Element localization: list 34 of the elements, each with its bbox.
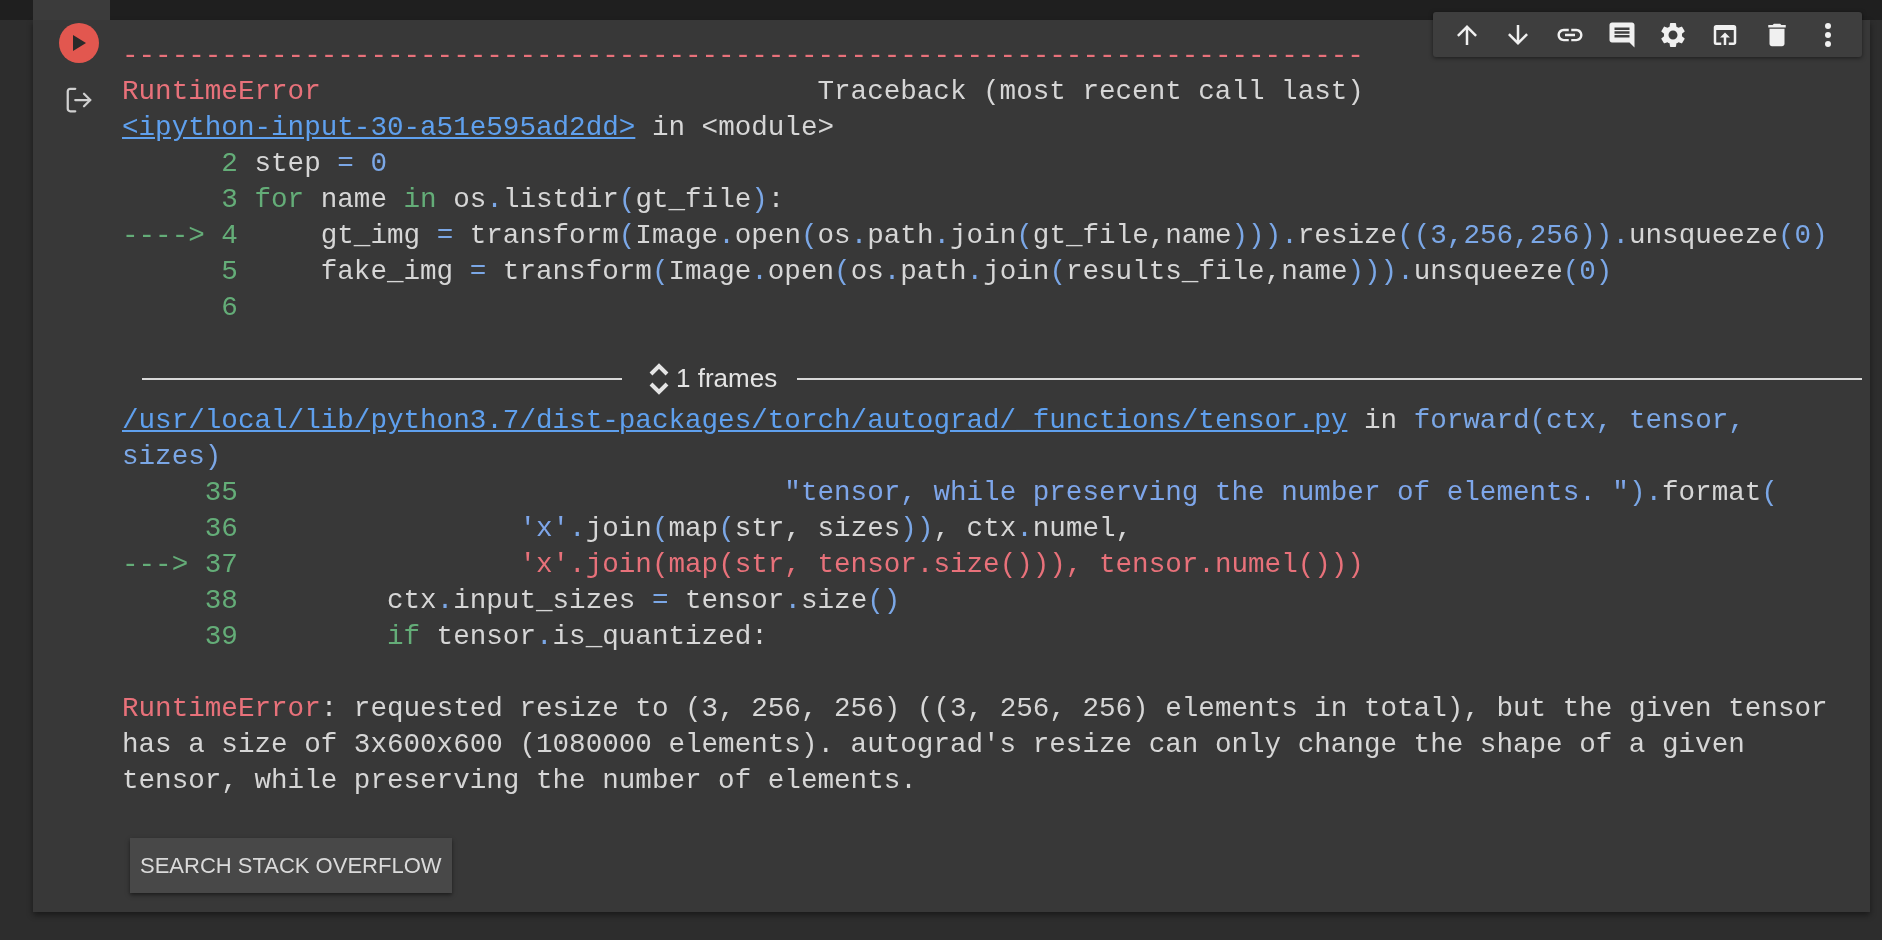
error-message: RuntimeError: requested resize to (3, 256, 256) ((3, 256, 256) elements in total), but the given tensor has a size of 3x600x600 (1080000 elements). autograd's resize can only change the shape of a given tensor, while preserving the number of elements. bbox=[122, 692, 1829, 798]
code-line: for name in os.listdir(gt_file): bbox=[254, 183, 785, 217]
line-number: 3 bbox=[221, 183, 238, 217]
frame-header: <ipython-input-30-a51e595ad2dd> in <module> bbox=[122, 111, 836, 145]
line-number: 38 bbox=[204, 584, 238, 618]
line-number: 35 bbox=[204, 476, 238, 510]
search-stack-overflow-button[interactable]: SEARCH STACK OVERFLOW bbox=[130, 838, 452, 893]
frame-header: /usr/local/lib/python3.7/dist-packages/torch/autograd/_functions/tensor.py in forward(ctx, tensor, sizes) bbox=[122, 404, 1746, 474]
line-number: 37 bbox=[204, 548, 238, 582]
more-icon bbox=[1825, 22, 1832, 47]
line-number: 2 bbox=[221, 147, 238, 181]
code-line: fake_img = transform(Image.open(os.path.join(results_file,name))).unsqueeze(0) bbox=[320, 255, 1613, 289]
file-link[interactable]: /usr/local/lib/python3.7/dist-packages/torch/autograd/_functions/tensor.py bbox=[122, 405, 1348, 436]
arrow-marker: ---> bbox=[122, 548, 189, 582]
arrow-marker: ----> bbox=[122, 219, 205, 253]
code-line: ctx.input_sizes = tensor.size() bbox=[386, 584, 901, 618]
line-number: 39 bbox=[204, 620, 238, 654]
code-line: gt_img = transform(Image.open(os.path.join(gt_file,name))).resize((3,256,256)).unsqueeze(0) bbox=[320, 219, 1828, 253]
separator-dashes: --------------------------------------------------------------------------- bbox=[122, 39, 1364, 73]
run-button[interactable] bbox=[58, 23, 99, 63]
line-number: 6 bbox=[221, 291, 238, 325]
line-number: 5 bbox=[221, 255, 238, 289]
file-link[interactable]: <ipython-input-30-a51e595ad2dd> bbox=[122, 112, 636, 143]
code-line: 'x'.join(map(str, tensor.size())), tensor.numel())) bbox=[519, 548, 1364, 582]
traceback-title: Traceback (most recent call last) bbox=[817, 75, 1364, 109]
code-line: step = 0 bbox=[254, 147, 387, 181]
code-line: if tensor.is_quantized: bbox=[386, 620, 768, 654]
frames-toggle[interactable]: 1 frames bbox=[648, 360, 778, 397]
code-line: 'x'.join(map(str, sizes)), ctx.numel, bbox=[519, 512, 1133, 546]
line-number: 4 bbox=[221, 219, 238, 253]
play-icon bbox=[70, 34, 87, 52]
error-type: RuntimeError bbox=[122, 75, 321, 109]
line-number: 36 bbox=[204, 512, 238, 546]
code-line: "tensor, while preserving the number of elements. ").format( bbox=[784, 476, 1778, 510]
